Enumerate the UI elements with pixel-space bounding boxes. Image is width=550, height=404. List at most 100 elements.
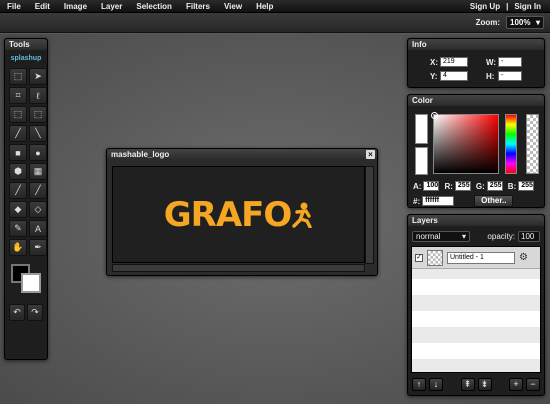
h-label: H: bbox=[486, 71, 495, 81]
eyedropper-icon[interactable]: ✎ bbox=[9, 220, 27, 237]
menu-edit[interactable]: Edit bbox=[28, 0, 57, 13]
layers-list: ✓ Untitled - 1 ⚙ bbox=[411, 246, 541, 373]
other-color-button[interactable]: Other.. bbox=[474, 195, 514, 207]
menu-image[interactable]: Image bbox=[57, 0, 94, 13]
canvas-area[interactable]: GRAFO bbox=[112, 166, 365, 263]
zoom-label: Zoom: bbox=[475, 18, 500, 27]
brush-icon[interactable]: ╱ bbox=[9, 182, 27, 199]
hex-label: #: bbox=[413, 196, 421, 206]
hue-slider[interactable] bbox=[505, 114, 517, 174]
delete-layer-icon[interactable]: − bbox=[526, 378, 540, 391]
a-input[interactable]: 100 bbox=[423, 181, 440, 191]
ellipse-icon[interactable]: ● bbox=[29, 144, 47, 161]
layer-visibility-checkbox[interactable]: ✓ bbox=[415, 253, 423, 262]
y-value: 4 bbox=[440, 71, 468, 81]
add-layer-icon[interactable]: + bbox=[509, 378, 523, 391]
r-input[interactable]: 255 bbox=[454, 181, 471, 191]
eraser-icon[interactable]: ◆ bbox=[9, 201, 27, 218]
hand-icon[interactable]: ✋ bbox=[9, 239, 27, 256]
b-label: B: bbox=[507, 181, 517, 191]
y-label: Y: bbox=[430, 71, 438, 81]
clone-icon[interactable]: ✒ bbox=[29, 239, 47, 256]
line-icon[interactable]: ╲ bbox=[29, 125, 47, 142]
deselect-icon[interactable]: ⬚ bbox=[29, 106, 47, 123]
menu-view[interactable]: View bbox=[217, 0, 249, 13]
move-pointer-icon[interactable]: ➤ bbox=[29, 68, 47, 85]
undo-icon[interactable]: ↶ bbox=[9, 304, 25, 321]
canvas-window: mashable_logo × GRAFO bbox=[106, 148, 378, 276]
text-icon[interactable]: A bbox=[29, 220, 47, 237]
canvas-titlebar[interactable]: mashable_logo × bbox=[107, 149, 377, 160]
tools-title: Tools bbox=[5, 39, 47, 50]
blend-mode-value: normal bbox=[416, 231, 441, 241]
rectangle-icon[interactable]: ■ bbox=[9, 144, 27, 161]
hex-input[interactable]: ffffff bbox=[422, 196, 455, 206]
color-swatches bbox=[5, 262, 47, 298]
color-values-row: A: 100 R: 255 G: 255 B: 255 bbox=[413, 181, 535, 191]
canvas-horizontal-scrollbar[interactable] bbox=[112, 264, 365, 272]
menu-help[interactable]: Help bbox=[249, 0, 280, 13]
canvas-logo-text: GRAFO bbox=[163, 194, 293, 235]
marquee-rect-icon[interactable]: ⬚ bbox=[9, 68, 27, 85]
zoom-select[interactable]: 100% ▾ bbox=[506, 16, 544, 29]
gradient-icon[interactable]: ▦ bbox=[29, 163, 47, 180]
hex-row: #: ffffff Other.. bbox=[413, 195, 514, 207]
menu-file[interactable]: File bbox=[0, 0, 28, 13]
menu-bar: File Edit Image Layer Selection Filters … bbox=[0, 0, 550, 13]
alpha-slider[interactable] bbox=[526, 114, 539, 174]
move-layer-down-icon[interactable]: ↓ bbox=[429, 378, 443, 391]
layer-move-group: ↑ ↓ bbox=[412, 378, 443, 391]
sign-up-link[interactable]: Sign Up bbox=[467, 2, 503, 11]
menu-filters[interactable]: Filters bbox=[179, 0, 217, 13]
zoom-bar: Zoom: 100% ▾ bbox=[0, 13, 550, 33]
blend-mode-select[interactable]: normal ▾ bbox=[412, 230, 470, 242]
menu-separator: | bbox=[506, 1, 509, 11]
tool-grid: ⬚ ➤ ⌗ ℓ ⬚ ⬚ ╱ ╲ ■ ● ⬢ ▦ ╱ ╱ ◆ ◇ ✎ A ✋ ✒ bbox=[5, 66, 47, 258]
menu-selection[interactable]: Selection bbox=[129, 0, 179, 13]
move-layer-up-icon[interactable]: ↑ bbox=[412, 378, 426, 391]
opacity-select[interactable]: 100 bbox=[518, 230, 540, 242]
background-color-swatch[interactable] bbox=[21, 273, 41, 293]
select-all-icon[interactable]: ⬚ bbox=[9, 106, 27, 123]
picker-cursor[interactable] bbox=[431, 112, 438, 119]
pencil-icon[interactable]: ╱ bbox=[9, 125, 27, 142]
a-label: A: bbox=[413, 181, 422, 191]
layer-settings-icon[interactable]: ⚙ bbox=[519, 252, 528, 263]
blur-icon[interactable]: ◇ bbox=[29, 201, 47, 218]
g-label: G: bbox=[475, 181, 485, 191]
x-value: 219 bbox=[440, 57, 468, 67]
previous-color-swatch[interactable] bbox=[415, 147, 428, 175]
close-icon[interactable]: × bbox=[366, 150, 375, 159]
info-title: Info bbox=[408, 39, 544, 50]
b-input[interactable]: 255 bbox=[518, 181, 535, 191]
polygon-icon[interactable]: ⬢ bbox=[9, 163, 27, 180]
layer-to-top-icon[interactable]: ⇞ bbox=[460, 378, 475, 391]
layer-buttons: ↑ ↓ ⇞ ⇟ + − bbox=[408, 373, 544, 396]
info-row-xw: X: 219 W: - bbox=[408, 55, 544, 69]
lasso-icon[interactable]: ℓ bbox=[29, 87, 47, 104]
account-links: Sign Up | Sign In bbox=[467, 2, 550, 11]
splashup-logo: splashup bbox=[5, 50, 47, 66]
layer-thumbnail bbox=[427, 249, 443, 266]
history-controls: ↶ ↷ bbox=[5, 302, 47, 323]
layer-add-delete-group: + − bbox=[509, 378, 540, 391]
saturation-value-picker[interactable] bbox=[431, 112, 499, 174]
zoom-value: 100% bbox=[510, 18, 531, 27]
color-panel: Color A: 100 R: 255 G: 255 B: 255 #: fff… bbox=[407, 94, 545, 208]
color-title: Color bbox=[408, 95, 544, 106]
crop-icon[interactable]: ⌗ bbox=[9, 87, 27, 104]
redo-icon[interactable]: ↷ bbox=[27, 304, 43, 321]
layers-options: normal ▾ opacity: 100 bbox=[408, 226, 544, 246]
layer-to-bottom-icon[interactable]: ⇟ bbox=[477, 378, 492, 391]
info-row-yh: Y: 4 H: - bbox=[408, 69, 544, 83]
menu-layer[interactable]: Layer bbox=[94, 0, 129, 13]
sign-in-link[interactable]: Sign In bbox=[511, 2, 544, 11]
chevron-down-icon: ▾ bbox=[535, 18, 540, 27]
current-color-swatch[interactable] bbox=[415, 114, 428, 144]
canvas-vertical-scrollbar[interactable] bbox=[365, 166, 374, 264]
g-input[interactable]: 255 bbox=[486, 181, 503, 191]
smudge-icon[interactable]: ╱ bbox=[29, 182, 47, 199]
layer-name-input[interactable]: Untitled - 1 bbox=[447, 251, 515, 264]
layer-row[interactable]: ✓ Untitled - 1 ⚙ bbox=[412, 247, 540, 269]
opacity-label: opacity: bbox=[487, 231, 515, 241]
